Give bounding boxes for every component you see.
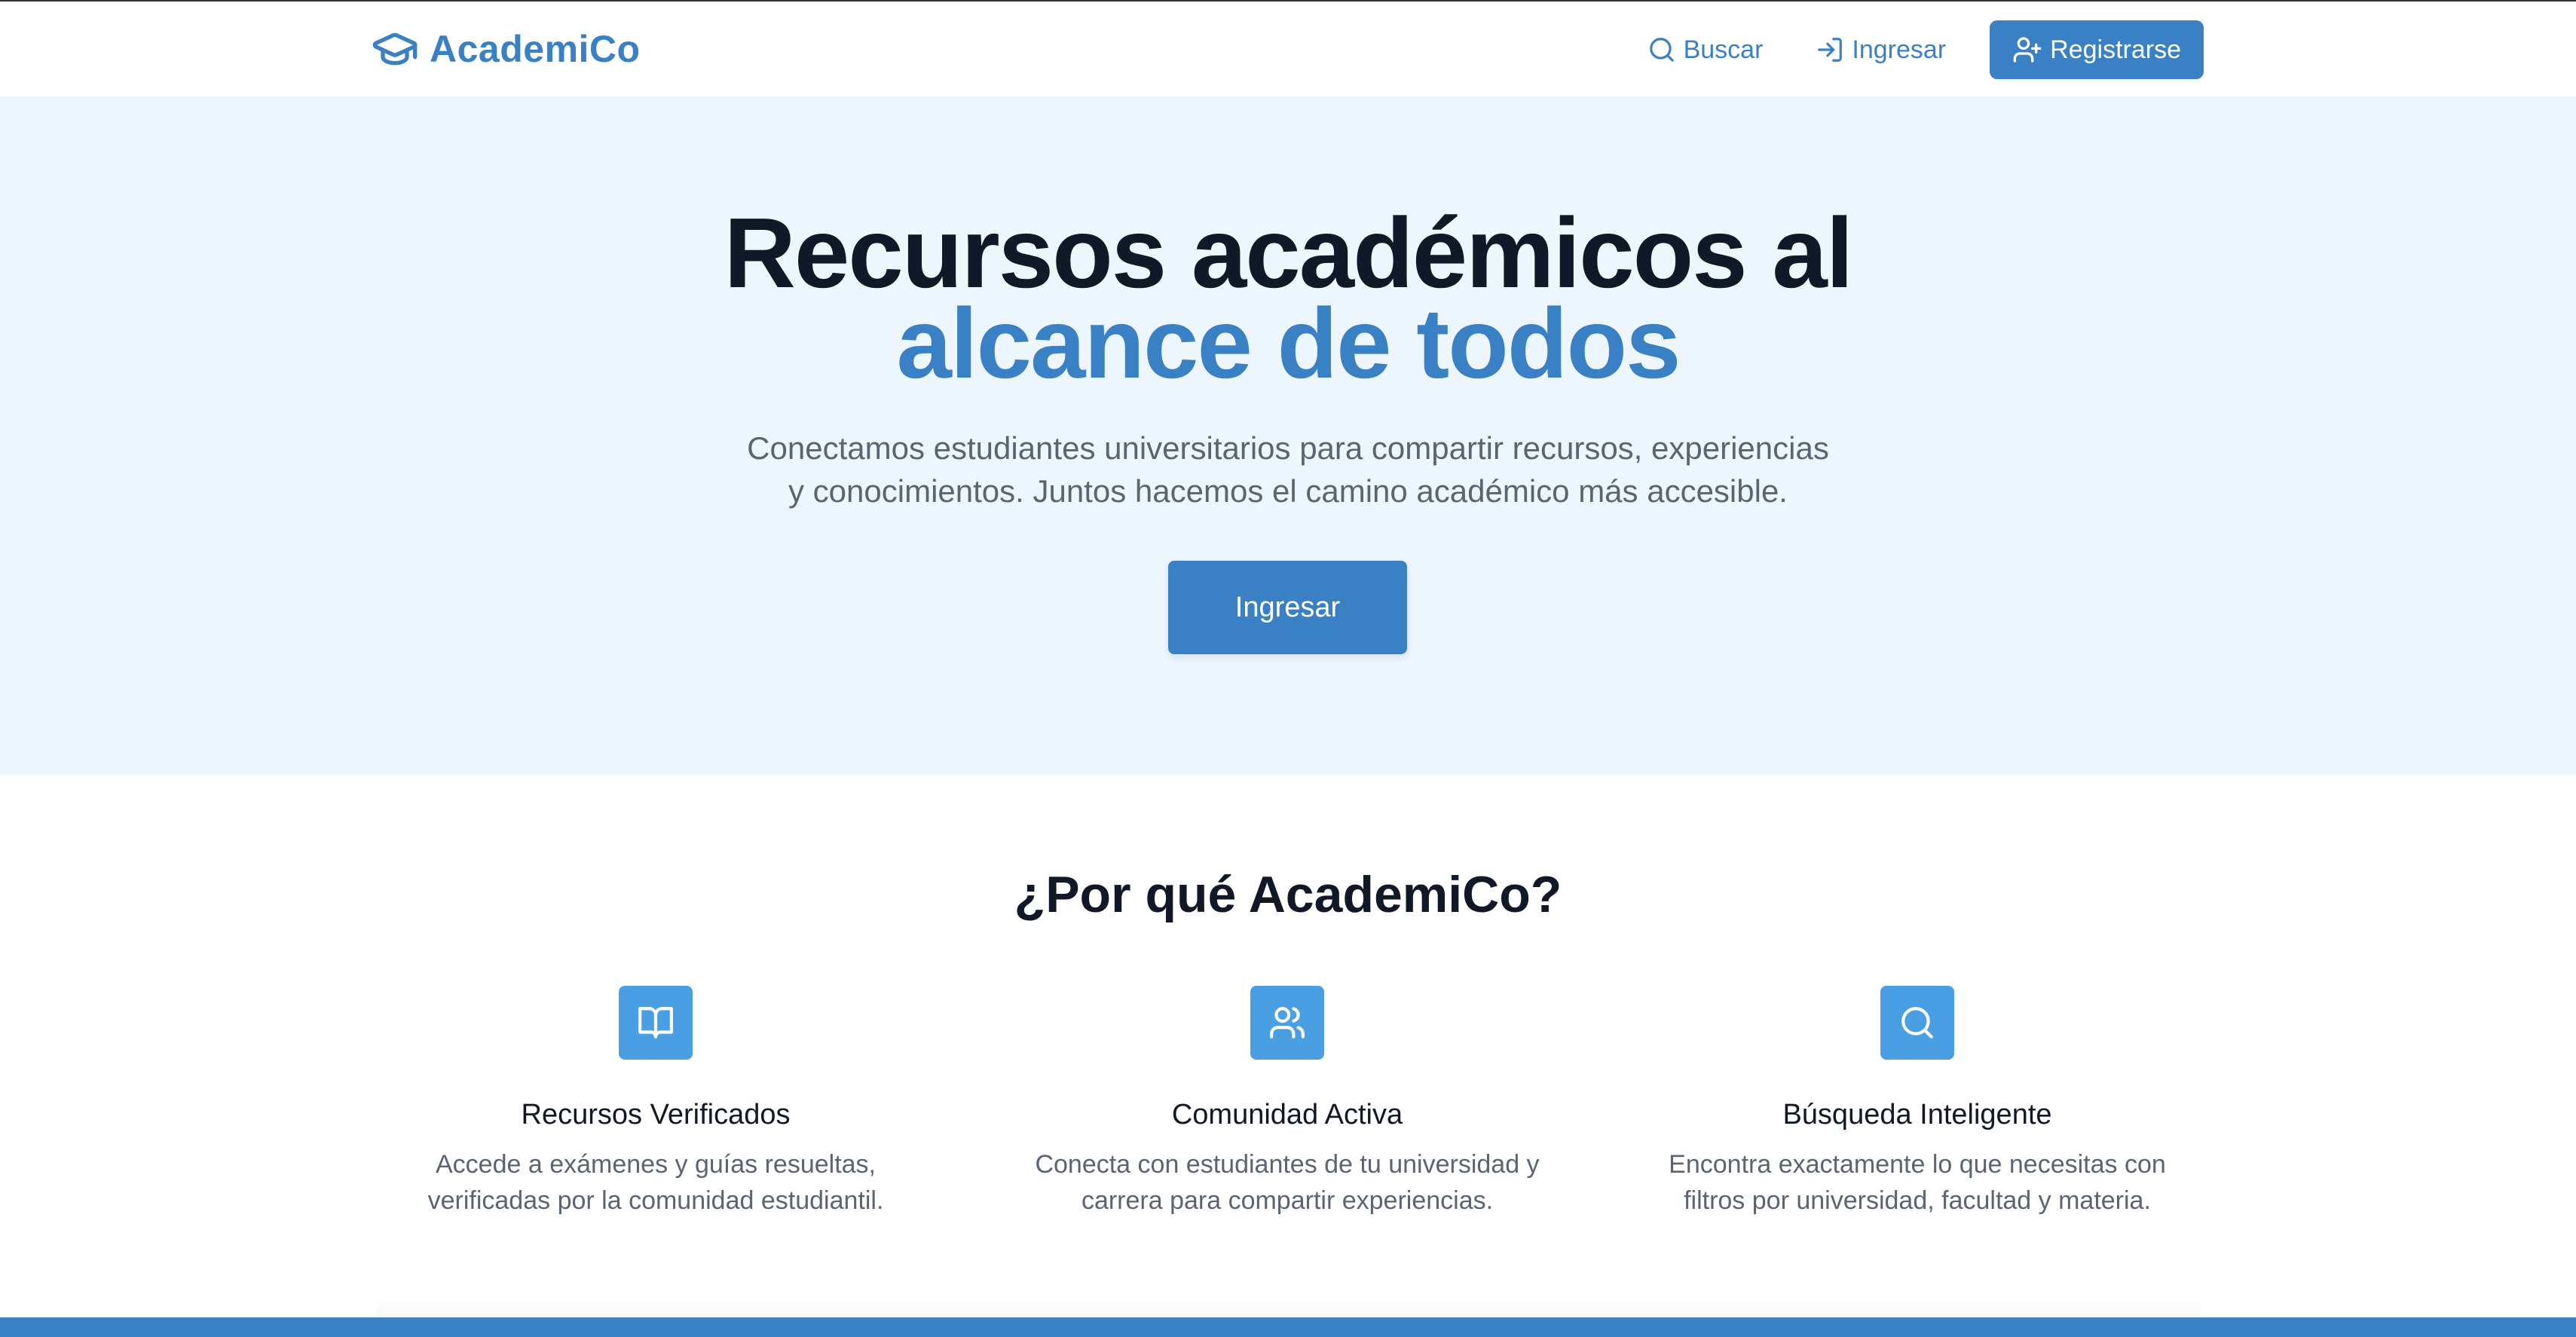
feature-desc-line1: Encontra exactamente lo que necesitas co… <box>1669 1150 2166 1179</box>
search-icon <box>1901 1007 1933 1039</box>
nav-search-link[interactable]: Buscar <box>1628 20 1783 79</box>
hero-subtitle-line1: Conectamos estudiantes universitarios pa… <box>747 430 1829 466</box>
feature-title: Recursos Verificados <box>521 1099 791 1130</box>
logo-link[interactable]: AcademiCo <box>371 24 641 74</box>
register-button[interactable]: Registrarse <box>1990 20 2204 79</box>
nav-search-label: Buscar <box>1683 35 1764 64</box>
feature-desc-line1: Conecta con estudiantes de tu universida… <box>1035 1150 1540 1179</box>
feature-description: Encontra exactamente lo que necesitas co… <box>1631 1146 2204 1219</box>
site-header: AcademiCo Buscar Ingresar Registrarse <box>0 0 2576 96</box>
feature-title: Comunidad Activa <box>1171 1099 1403 1130</box>
users-icon <box>1270 1007 1305 1039</box>
user-plus-icon <box>2013 37 2042 63</box>
feature-description: Conecta con estudiantes de tu universida… <box>1001 1146 1574 1219</box>
footer-bar <box>0 1317 2576 1337</box>
hero-section: Recursos académicos al alcance de todos … <box>0 96 2576 775</box>
nav-login-link[interactable]: Ingresar <box>1796 20 1966 79</box>
hero-title-line2: alcance de todos <box>896 288 1681 399</box>
footer-shadow <box>377 1296 2201 1319</box>
feature-desc-line2: verificadas por la comunidad estudiantil… <box>427 1186 884 1215</box>
feature-icon-box <box>1880 986 1954 1060</box>
feature-desc-line2: carrera para compartir experiencias. <box>1081 1186 1494 1215</box>
feature-description: Accede a exámenes y guías resueltas, ver… <box>369 1146 942 1219</box>
hero-title: Recursos académicos al alcance de todos <box>0 203 2576 399</box>
search-icon <box>1649 38 1674 62</box>
feature-card-search: Búsqueda Inteligente Encontra exactament… <box>1631 986 2204 1219</box>
register-button-label: Registrarse <box>2050 35 2181 64</box>
feature-icon-box <box>1250 986 1324 1060</box>
feature-card-community: Comunidad Activa Conecta con estudiantes… <box>1001 986 1574 1219</box>
feature-title: Búsqueda Inteligente <box>1782 1099 2052 1130</box>
log-in-icon <box>1818 38 1843 62</box>
top-nav: Buscar Ingresar Registrarse <box>1628 20 2204 80</box>
feature-desc-line2: filtros por universidad, facultad y mate… <box>1684 1186 2151 1215</box>
nav-login-label: Ingresar <box>1852 35 1947 64</box>
features-title: ¿Por qué AcademiCo? <box>1014 866 1562 923</box>
feature-icon-box <box>619 986 693 1060</box>
feature-desc-line1: Accede a exámenes y guías resueltas, <box>436 1150 876 1179</box>
hero-login-button[interactable]: Ingresar <box>1168 561 1407 654</box>
feature-card-verified: Recursos Verificados Accede a exámenes y… <box>369 986 942 1219</box>
hero-subtitle-line2: y conocimientos. Juntos hacemos el camin… <box>788 473 1788 509</box>
logo-text: AcademiCo <box>430 28 641 70</box>
hero-subtitle: Conectamos estudiantes universitarios pa… <box>678 427 1898 512</box>
graduation-cap-icon <box>372 32 418 66</box>
book-open-icon <box>638 1007 673 1039</box>
